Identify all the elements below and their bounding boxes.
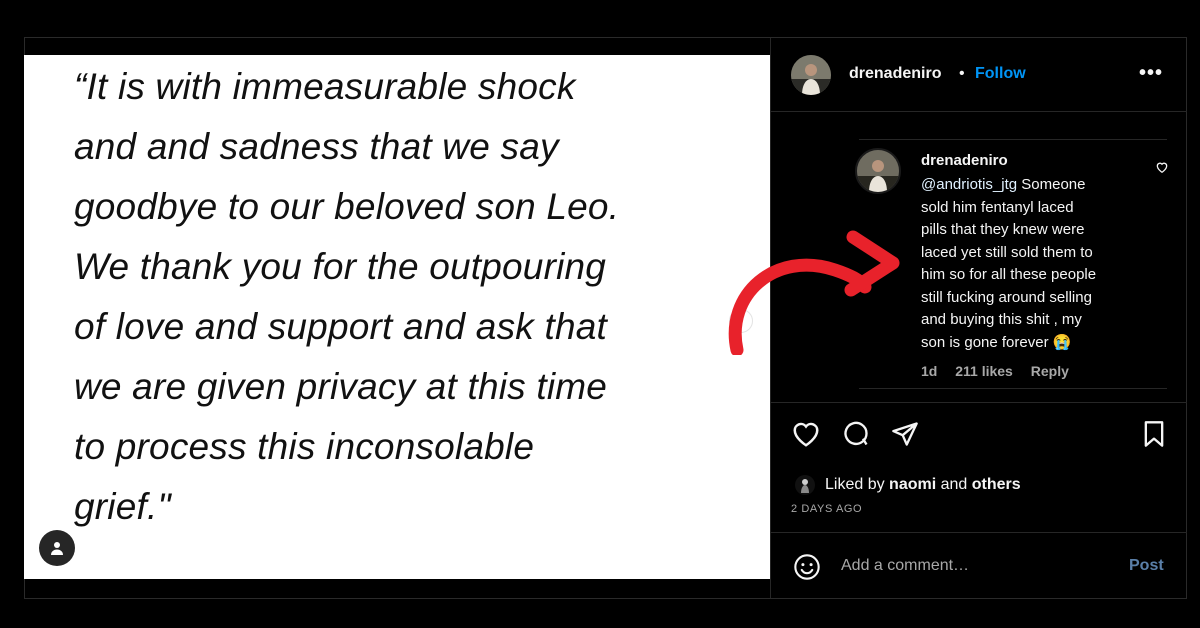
comment-line: Someone bbox=[1017, 176, 1086, 193]
comment-line: pills that they knew were bbox=[921, 221, 1085, 238]
comment-line: him so for all these people bbox=[921, 266, 1097, 283]
quote-line: and and sadness that we say bbox=[74, 126, 559, 167]
quote-line: goodbye to our beloved son Leo. bbox=[74, 186, 620, 227]
comment-input[interactable]: Add a comment… bbox=[841, 557, 969, 575]
comment-line: laced yet still sold them to bbox=[921, 243, 1093, 261]
comment-meta: 1d 211 likes Reply bbox=[921, 363, 1083, 379]
quote-line: to process this inconsolable bbox=[74, 426, 535, 467]
post-image[interactable]: “It is with immeasurable shock and and s… bbox=[24, 55, 770, 579]
post-author-username[interactable]: drenadeniro bbox=[849, 65, 941, 83]
comment-line: sold him fentanyl laced bbox=[921, 198, 1074, 216]
comment-text: @andriotis_jtg Someone sold him fentanyl… bbox=[921, 174, 1146, 354]
liked-by-text: Liked by naomi and others bbox=[825, 476, 1021, 494]
emoji-icon[interactable] bbox=[793, 553, 821, 586]
mention-link[interactable]: @andriotis_jtg bbox=[921, 176, 1017, 193]
share-icon[interactable] bbox=[891, 420, 919, 453]
user-tag-button[interactable] bbox=[39, 530, 75, 566]
composer-divider bbox=[771, 532, 1187, 533]
liked-by-user[interactable]: naomi bbox=[889, 476, 936, 493]
quote-line: We thank you for the outpouring bbox=[74, 246, 607, 287]
more-options-icon[interactable]: ••• bbox=[1139, 62, 1163, 85]
comment-divider bbox=[859, 139, 1167, 140]
quote-line: grief." bbox=[74, 486, 171, 527]
avatar[interactable] bbox=[795, 475, 815, 495]
statement-quote: “It is with immeasurable shock and and s… bbox=[74, 57, 734, 537]
post-button[interactable]: Post bbox=[1129, 557, 1164, 575]
liked-by-others[interactable]: others bbox=[972, 476, 1021, 493]
annotation-arrow bbox=[728, 230, 900, 355]
comment-line: and buying this shit , my bbox=[921, 311, 1082, 328]
comment-likes-count[interactable]: 211 likes bbox=[955, 363, 1013, 379]
separator-dot: • bbox=[959, 65, 965, 82]
bookmark-icon[interactable] bbox=[1141, 420, 1167, 453]
comment-username[interactable]: drenadeniro bbox=[921, 152, 1008, 169]
comment-divider bbox=[859, 388, 1167, 389]
comment-icon[interactable] bbox=[841, 420, 871, 453]
comment-line: son is gone forever 😭 bbox=[921, 333, 1072, 351]
quote-line: we are given privacy at this time bbox=[74, 366, 608, 407]
liked-by-middle: and bbox=[936, 476, 972, 493]
post-header: drenadeniro • Follow ••• bbox=[771, 38, 1187, 112]
comment-time: 1d bbox=[921, 363, 938, 379]
comment-line: still fucking around selling bbox=[921, 288, 1092, 306]
reply-button[interactable]: Reply bbox=[1031, 363, 1069, 379]
user-tag-icon bbox=[51, 542, 63, 555]
post-timestamp: 2 DAYS AGO bbox=[791, 503, 863, 515]
liked-by-prefix: Liked by bbox=[825, 476, 890, 493]
quote-line: of love and support and ask that bbox=[74, 306, 607, 347]
comment-like-heart-icon[interactable] bbox=[1155, 160, 1169, 179]
heart-icon[interactable] bbox=[791, 420, 821, 453]
quote-line: “It is with immeasurable shock bbox=[74, 66, 576, 107]
avatar[interactable] bbox=[855, 148, 901, 194]
actions-divider bbox=[771, 402, 1187, 403]
avatar[interactable] bbox=[791, 55, 831, 95]
follow-button[interactable]: Follow bbox=[975, 65, 1026, 83]
